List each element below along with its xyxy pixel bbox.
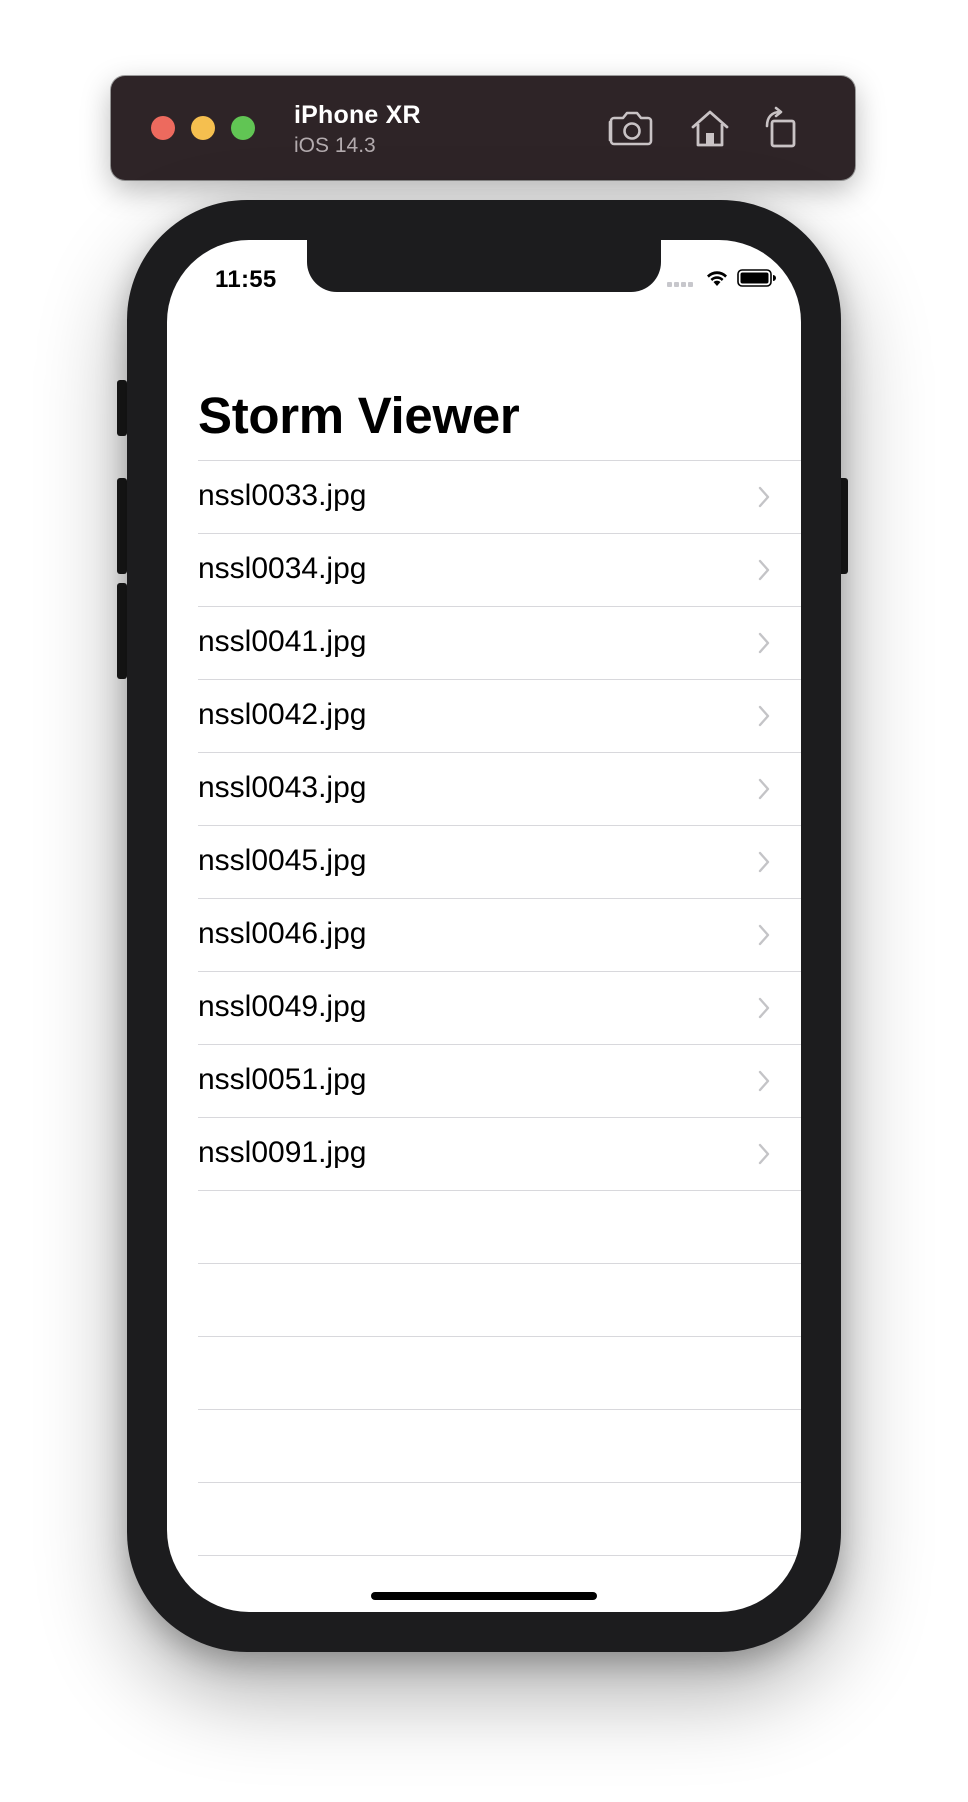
status-time: 11:55 <box>215 266 277 293</box>
wifi-icon <box>707 271 727 286</box>
list-item-label: nssl0091.jpg <box>198 1136 367 1169</box>
chevron-right-icon <box>758 1070 770 1092</box>
page-title: Storm Viewer <box>198 387 520 444</box>
device-screen: 11:55 Storm Viewer nssl0033.jpg nssl0034… <box>167 240 801 1612</box>
close-window-button[interactable] <box>151 116 175 140</box>
chevron-right-icon <box>758 851 770 873</box>
list-item[interactable]: nssl0046.jpg <box>198 898 801 971</box>
list-item[interactable]: nssl0045.jpg <box>198 825 801 898</box>
chevron-right-icon <box>758 632 770 654</box>
chevron-right-icon <box>758 997 770 1019</box>
rotate-icon[interactable] <box>759 106 805 150</box>
list-item-label: nssl0045.jpg <box>198 844 367 877</box>
home-indicator[interactable] <box>371 1592 597 1600</box>
chevron-right-icon <box>758 1143 770 1165</box>
empty-row-separator <box>198 1263 801 1336</box>
chevron-right-icon <box>758 559 770 581</box>
cellular-signal-icon <box>667 269 693 287</box>
empty-row-separator <box>198 1482 801 1555</box>
list-item[interactable]: nssl0042.jpg <box>198 679 801 752</box>
empty-row-separator <box>198 1555 801 1612</box>
list-item-label: nssl0033.jpg <box>198 479 367 512</box>
list-item[interactable]: nssl0043.jpg <box>198 752 801 825</box>
list-item[interactable]: nssl0049.jpg <box>198 971 801 1044</box>
volume-down-button <box>117 583 127 679</box>
status-icons <box>667 267 777 289</box>
list-item[interactable]: nssl0051.jpg <box>198 1044 801 1117</box>
storm-image-list: nssl0033.jpg nssl0034.jpg nssl0041.jpg n… <box>198 460 801 1612</box>
list-item[interactable]: nssl0041.jpg <box>198 606 801 679</box>
list-item-label: nssl0043.jpg <box>198 771 367 804</box>
list-item-label: nssl0051.jpg <box>198 1063 367 1096</box>
volume-up-button <box>117 478 127 574</box>
notch <box>307 240 661 292</box>
list-item[interactable]: nssl0091.jpg <box>198 1117 801 1190</box>
simulator-stage: iPhone XR iOS 14.3 11:55 Storm Viewer ns… <box>0 0 968 1802</box>
list-item-label: nssl0042.jpg <box>198 698 367 731</box>
chevron-right-icon <box>758 924 770 946</box>
minimize-window-button[interactable] <box>191 116 215 140</box>
device-name: iPhone XR <box>294 101 421 129</box>
chevron-right-icon <box>758 705 770 727</box>
list-item-label: nssl0049.jpg <box>198 990 367 1023</box>
screenshot-icon[interactable] <box>608 106 654 150</box>
empty-row-separator <box>198 1409 801 1482</box>
list-item[interactable]: nssl0033.jpg <box>198 460 801 533</box>
home-icon[interactable] <box>687 106 733 150</box>
list-item-label: nssl0034.jpg <box>198 552 367 585</box>
empty-row-separator <box>198 1336 801 1409</box>
list-item[interactable]: nssl0034.jpg <box>198 533 801 606</box>
simulator-title-bar: iPhone XR iOS 14.3 <box>111 76 855 180</box>
list-item-label: nssl0046.jpg <box>198 917 367 950</box>
zoom-window-button[interactable] <box>231 116 255 140</box>
chevron-right-icon <box>758 486 770 508</box>
empty-row-separator <box>198 1190 801 1263</box>
list-item-label: nssl0041.jpg <box>198 625 367 658</box>
chevron-right-icon <box>758 778 770 800</box>
mute-switch <box>117 380 127 436</box>
battery-icon <box>737 269 776 287</box>
device-os-version: iOS 14.3 <box>294 134 376 157</box>
